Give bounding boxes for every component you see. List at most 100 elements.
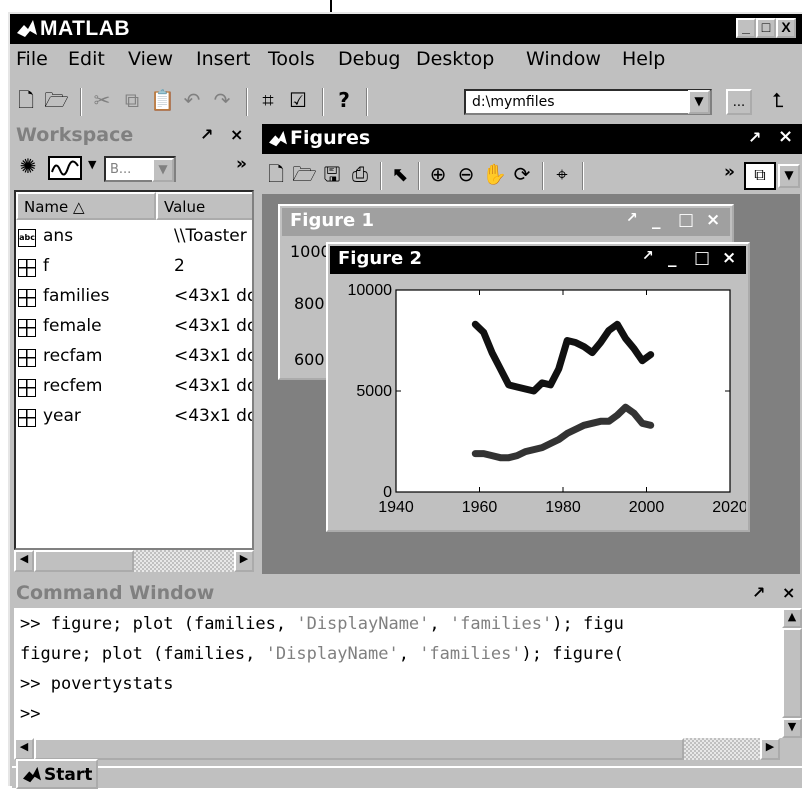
workspace-title: Workspace	[16, 124, 134, 146]
print-figure-icon[interactable]: ⎙	[348, 162, 372, 186]
scroll-right-button[interactable]: ▶	[234, 550, 254, 572]
minimize-button[interactable]: _	[736, 18, 756, 38]
undo-icon[interactable]: ↶	[180, 88, 204, 112]
maximize-button[interactable]: □	[756, 18, 776, 38]
figure-2-window[interactable]: Figure 2 ↗ _ □ × 1940 1960 1980 2000 2020 0 50…	[326, 242, 750, 532]
scroll-track[interactable]	[684, 738, 760, 760]
menu-view[interactable]: View	[128, 48, 173, 70]
figures-close-icon[interactable]: ×	[778, 126, 793, 147]
command-horizontal-scrollbar[interactable]: ◀ ▶	[14, 738, 802, 760]
app-title: MATLAB	[40, 17, 131, 40]
toolbar-separator	[366, 88, 368, 116]
table-row[interactable]: f 2	[16, 252, 252, 282]
stack-dropdown-button[interactable]: ▼	[152, 158, 174, 182]
copy-icon[interactable]: ⧉	[120, 88, 144, 112]
menu-window[interactable]: Window	[526, 48, 601, 70]
redo-icon[interactable]: ↷	[210, 88, 234, 112]
open-figure-icon[interactable]: 🗁	[292, 162, 317, 186]
edit-plot-arrow-icon[interactable]: ⬉	[388, 162, 412, 186]
toolbar-separator	[246, 88, 248, 116]
help-icon[interactable]: ?	[332, 88, 356, 112]
toolbar-separator	[80, 88, 82, 116]
current-directory-field[interactable]: d:\mymfiles	[464, 89, 712, 115]
workspace-more-icon[interactable]: »	[236, 154, 247, 174]
menu-file[interactable]: File	[16, 48, 48, 70]
menu-help[interactable]: Help	[622, 48, 665, 70]
new-file-icon[interactable]: 🗋	[14, 88, 38, 112]
scroll-thumb[interactable]	[34, 738, 684, 760]
scroll-up-button[interactable]: ▲	[782, 608, 802, 628]
pan-hand-icon[interactable]: ✋	[482, 162, 507, 186]
workspace-undock-icon[interactable]: ↗	[200, 125, 213, 144]
scroll-thumb[interactable]	[34, 550, 134, 572]
command-prompt[interactable]: >>	[20, 704, 40, 724]
workspace-horizontal-scrollbar[interactable]: ◀ ▶	[14, 550, 254, 572]
column-header-name[interactable]: Name △	[16, 192, 156, 220]
figure-1-maximize-icon[interactable]: □	[678, 210, 694, 230]
data-cursor-icon[interactable]: ⌖	[550, 162, 574, 186]
paste-icon[interactable]: 📋	[150, 88, 175, 112]
figure-1-minimize-icon[interactable]: _	[652, 210, 661, 230]
table-row[interactable]: abc ans \\Toaster	[16, 222, 252, 252]
table-row[interactable]: year <43x1 do	[16, 402, 252, 432]
figures-undock-icon[interactable]: ↗	[748, 128, 761, 147]
figure-1-undock-icon[interactable]: ↗	[626, 210, 638, 226]
figure-2-title: Figure 2	[338, 248, 423, 269]
up-folder-icon[interactable]: ⮤	[766, 88, 790, 112]
simulink-icon[interactable]: ⌗	[256, 88, 280, 112]
scroll-left-button[interactable]: ◀	[14, 550, 34, 572]
plot-menu-arrow-icon[interactable]: ▼	[88, 158, 96, 171]
menu-desktop[interactable]: Desktop	[416, 48, 494, 70]
command-output-area[interactable]: >> figure; plot (families, 'DisplayName'…	[14, 608, 782, 738]
guide-icon[interactable]: ☑	[286, 88, 310, 112]
table-row[interactable]: recfem <43x1 do	[16, 372, 252, 402]
variable-name: f	[43, 256, 49, 276]
variable-name: families	[43, 286, 110, 306]
plot-selected-icon[interactable]	[48, 156, 82, 180]
start-button[interactable]: Start	[16, 759, 98, 789]
workspace-panel: Workspace ↗ × ✺ ▼ B... ▼ » Name △ Value …	[12, 122, 256, 576]
save-figure-icon[interactable]: 🖫	[320, 162, 344, 186]
rotate-3d-icon[interactable]: ⟳	[510, 162, 534, 186]
figure-2-close-icon[interactable]: ×	[722, 248, 736, 268]
y-tick-label: 5000	[356, 383, 392, 400]
scroll-left-button[interactable]: ◀	[14, 738, 34, 760]
menu-tools[interactable]: Tools	[268, 48, 315, 70]
zoom-out-icon[interactable]: ⊖	[454, 162, 478, 186]
scroll-down-button[interactable]: ▼	[782, 718, 802, 738]
scroll-right-button[interactable]: ▶	[760, 738, 780, 760]
new-figure-icon[interactable]: 🗋	[264, 162, 288, 186]
variable-name: ans	[43, 226, 74, 246]
figure-1-close-icon[interactable]: ×	[706, 210, 720, 230]
cut-icon[interactable]: ✂	[90, 88, 114, 112]
figure-1-title: Figure 1	[290, 210, 375, 231]
figures-more-icon[interactable]: »	[724, 162, 735, 182]
menu-insert[interactable]: Insert	[196, 48, 251, 70]
figure-2-minimize-icon[interactable]: _	[668, 248, 677, 268]
menu-edit[interactable]: Edit	[68, 48, 105, 70]
command-vertical-scrollbar[interactable]: ▲ ▼	[782, 608, 802, 738]
close-button[interactable]: X	[776, 18, 796, 38]
new-variable-icon[interactable]: ✺	[16, 154, 40, 178]
directory-dropdown-button[interactable]: ▼	[688, 90, 710, 114]
command-window-close-icon[interactable]: ×	[782, 583, 795, 602]
table-row[interactable]: families <43x1 do	[16, 282, 252, 312]
dock-layout-icon[interactable]: ⧉	[744, 162, 776, 190]
scroll-thumb[interactable]	[782, 628, 802, 718]
figure-2-plot[interactable]: 1940 1960 1980 2000 2020 0 5000 10000	[330, 276, 747, 528]
figure-2-undock-icon[interactable]: ↗	[642, 248, 654, 264]
table-row[interactable]: recfam <43x1 do	[16, 342, 252, 372]
zoom-in-icon[interactable]: ⊕	[426, 162, 450, 186]
matrix-variable-icon	[18, 289, 36, 307]
matlab-logo-icon	[17, 20, 37, 37]
workspace-close-icon[interactable]: ×	[230, 125, 243, 144]
open-file-icon[interactable]: 🗁	[44, 88, 69, 112]
browse-directory-button[interactable]: ...	[726, 89, 752, 115]
dock-layout-dropdown[interactable]: ▼	[778, 164, 800, 188]
menu-debug[interactable]: Debug	[338, 48, 400, 70]
column-header-value[interactable]: Value	[156, 192, 252, 220]
scroll-track[interactable]	[134, 550, 234, 572]
command-window-undock-icon[interactable]: ↗	[752, 583, 765, 602]
figure-2-maximize-icon[interactable]: □	[694, 248, 710, 268]
table-row[interactable]: female <43x1 do	[16, 312, 252, 342]
